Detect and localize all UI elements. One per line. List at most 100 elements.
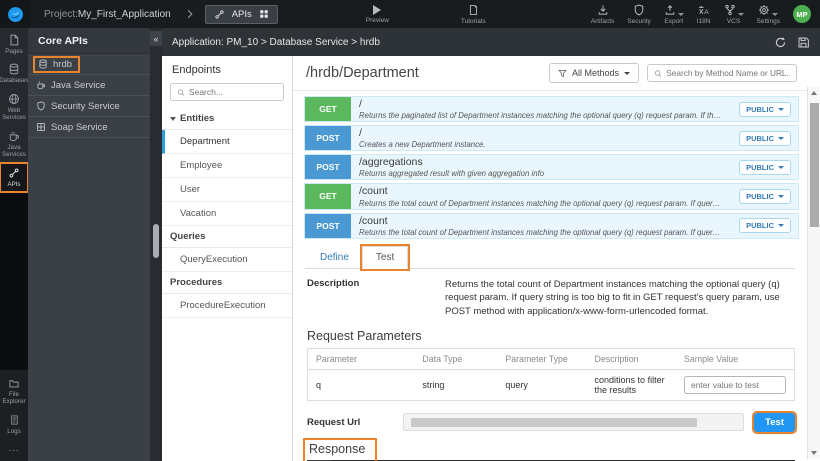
database-icon xyxy=(38,59,48,69)
preview-button[interactable]: Preview xyxy=(366,5,389,24)
sample-value-input[interactable] xyxy=(684,376,786,394)
grid-icon[interactable] xyxy=(259,9,269,19)
chevron-down-icon xyxy=(778,195,784,198)
i18n-button[interactable]: A I18N xyxy=(697,4,711,25)
main-scrollbar[interactable] xyxy=(807,87,820,459)
api-row-post-count[interactable]: POST /count Returns the total count of D… xyxy=(304,213,799,239)
endpoints-section-queries[interactable]: Queries xyxy=(162,226,292,248)
gear-icon xyxy=(758,4,770,16)
api-row-get-root[interactable]: GET / Returns the paginated list of Depa… xyxy=(304,96,799,122)
search-icon xyxy=(654,69,662,78)
sidebar-item-file-explorer[interactable]: File Explorer xyxy=(0,374,28,410)
wavemaker-logo[interactable] xyxy=(0,0,30,28)
tutorials-icon xyxy=(468,4,479,16)
endpoints-search[interactable] xyxy=(170,83,284,101)
core-api-item-hrdb[interactable]: hrdb xyxy=(28,54,150,75)
rail-scrollbar-thumb[interactable] xyxy=(153,224,159,258)
project-name[interactable]: Project:My_First_Application xyxy=(44,9,171,20)
scroll-up-icon[interactable] xyxy=(811,91,817,95)
access-dropdown[interactable]: PUBLIC xyxy=(739,131,791,146)
page-icon xyxy=(8,34,20,46)
core-api-item-security-service[interactable]: Security Service xyxy=(28,96,150,117)
settings-button[interactable]: Settings xyxy=(757,4,781,25)
test-button[interactable]: Test xyxy=(754,413,795,432)
tab-test[interactable]: Test xyxy=(362,246,408,269)
endpoints-section-procedures[interactable]: Procedures xyxy=(162,272,292,294)
api-node-icon xyxy=(214,9,225,20)
methods-filter-dropdown[interactable]: All Methods xyxy=(549,63,639,83)
chevron-down-icon xyxy=(738,13,744,16)
access-dropdown[interactable]: PUBLIC xyxy=(739,189,791,204)
sidebar-item-java-services[interactable]: Java Services xyxy=(0,126,28,163)
core-api-item-java-service[interactable]: Java Service xyxy=(28,75,150,96)
save-button[interactable] xyxy=(797,36,810,49)
endpoints-section-entities[interactable]: Entities xyxy=(162,108,292,130)
api-path: / xyxy=(359,127,724,140)
wavemaker-studio-window: Project:My_First_Application APIs Previe… xyxy=(0,0,820,461)
soap-grid-icon xyxy=(36,122,46,132)
endpoint-item-queryexecution[interactable]: QueryExecution xyxy=(162,248,292,272)
column-header: Description xyxy=(587,348,676,369)
download-icon xyxy=(597,4,609,16)
scroll-down-icon[interactable] xyxy=(811,451,817,455)
chevron-down-icon xyxy=(778,224,784,227)
request-url-row: Request Url Test xyxy=(307,413,795,432)
description-text: Returns the total count of Department in… xyxy=(445,278,795,319)
api-row-post-root[interactable]: POST / Creates a new Department instance… xyxy=(304,125,799,151)
core-api-item-label: Soap Service xyxy=(51,122,108,133)
access-dropdown[interactable]: PUBLIC xyxy=(739,218,791,233)
branch-icon xyxy=(724,4,736,16)
coffee-icon xyxy=(36,80,46,90)
tutorials-button[interactable]: Tutorials xyxy=(461,4,486,25)
column-header: Sample Value xyxy=(676,348,795,369)
security-button[interactable]: Security xyxy=(627,4,650,25)
core-api-item-label: Security Service xyxy=(51,101,120,112)
vcs-button[interactable]: VCS xyxy=(724,4,744,25)
sidebar-more-button[interactable]: ... xyxy=(0,439,28,459)
chevron-down-icon xyxy=(624,72,630,75)
method-search[interactable] xyxy=(647,64,797,82)
api-path: / xyxy=(359,98,724,111)
response-title: Response xyxy=(309,442,795,456)
refresh-button[interactable] xyxy=(774,36,787,49)
collapse-panel-button[interactable]: « xyxy=(150,31,162,46)
artifacts-button[interactable]: Artifacts xyxy=(591,4,614,25)
user-avatar[interactable]: MP xyxy=(793,5,811,23)
sidebar-item-apis[interactable]: APIs xyxy=(0,163,28,192)
endpoint-item-employee[interactable]: Employee xyxy=(162,154,292,178)
redacted-url-value xyxy=(411,418,697,427)
description-row: Description Returns the total count of D… xyxy=(307,278,795,319)
endpoint-item-vacation[interactable]: Vacation xyxy=(162,202,292,226)
endpoint-item-department[interactable]: Department xyxy=(162,130,292,154)
scrollbar-thumb[interactable] xyxy=(810,103,819,227)
endpoint-item-user[interactable]: User xyxy=(162,178,292,202)
api-description: Returns the paginated list of Department… xyxy=(359,111,724,120)
access-dropdown[interactable]: PUBLIC xyxy=(739,102,791,117)
method-search-input[interactable] xyxy=(666,68,790,78)
core-api-item-soap-service[interactable]: Soap Service xyxy=(28,117,150,138)
sidebar-item-web-services[interactable]: Web Services xyxy=(0,89,28,126)
endpoints-search-input[interactable] xyxy=(189,87,277,97)
entity-title-row: /hrdb/Department All Methods xyxy=(293,56,807,91)
api-row-post-aggregations[interactable]: POST /aggregations Returns aggregated re… xyxy=(304,154,799,180)
export-button[interactable]: Export xyxy=(664,4,684,25)
api-path: /count xyxy=(359,185,724,198)
access-dropdown[interactable]: PUBLIC xyxy=(739,160,791,175)
sidebar-item-logs[interactable]: Logs xyxy=(0,410,28,439)
sidebar-item-pages[interactable]: Pages xyxy=(0,30,28,59)
logo-icon xyxy=(7,6,24,23)
play-icon xyxy=(373,5,381,15)
endpoint-item-procedureexecution[interactable]: ProcedureExecution xyxy=(162,294,292,318)
breadcrumb: Application: PM_10 > Database Service > … xyxy=(172,37,380,48)
api-row-get-count[interactable]: GET /count Returns the total count of De… xyxy=(304,183,799,209)
tab-apis[interactable]: APIs xyxy=(205,5,278,24)
main-pane: /hrdb/Department All Methods xyxy=(293,56,820,461)
column-header: Parameter xyxy=(308,348,415,369)
api-description: Returns the total count of Department in… xyxy=(359,228,724,237)
chevron-down-icon xyxy=(778,166,784,169)
api-path: /aggregations xyxy=(359,156,724,169)
request-url-field[interactable] xyxy=(403,413,744,431)
chevron-right-icon xyxy=(185,8,195,20)
tab-define[interactable]: Define xyxy=(307,247,362,268)
sidebar-item-databases[interactable]: Databases xyxy=(0,59,28,88)
